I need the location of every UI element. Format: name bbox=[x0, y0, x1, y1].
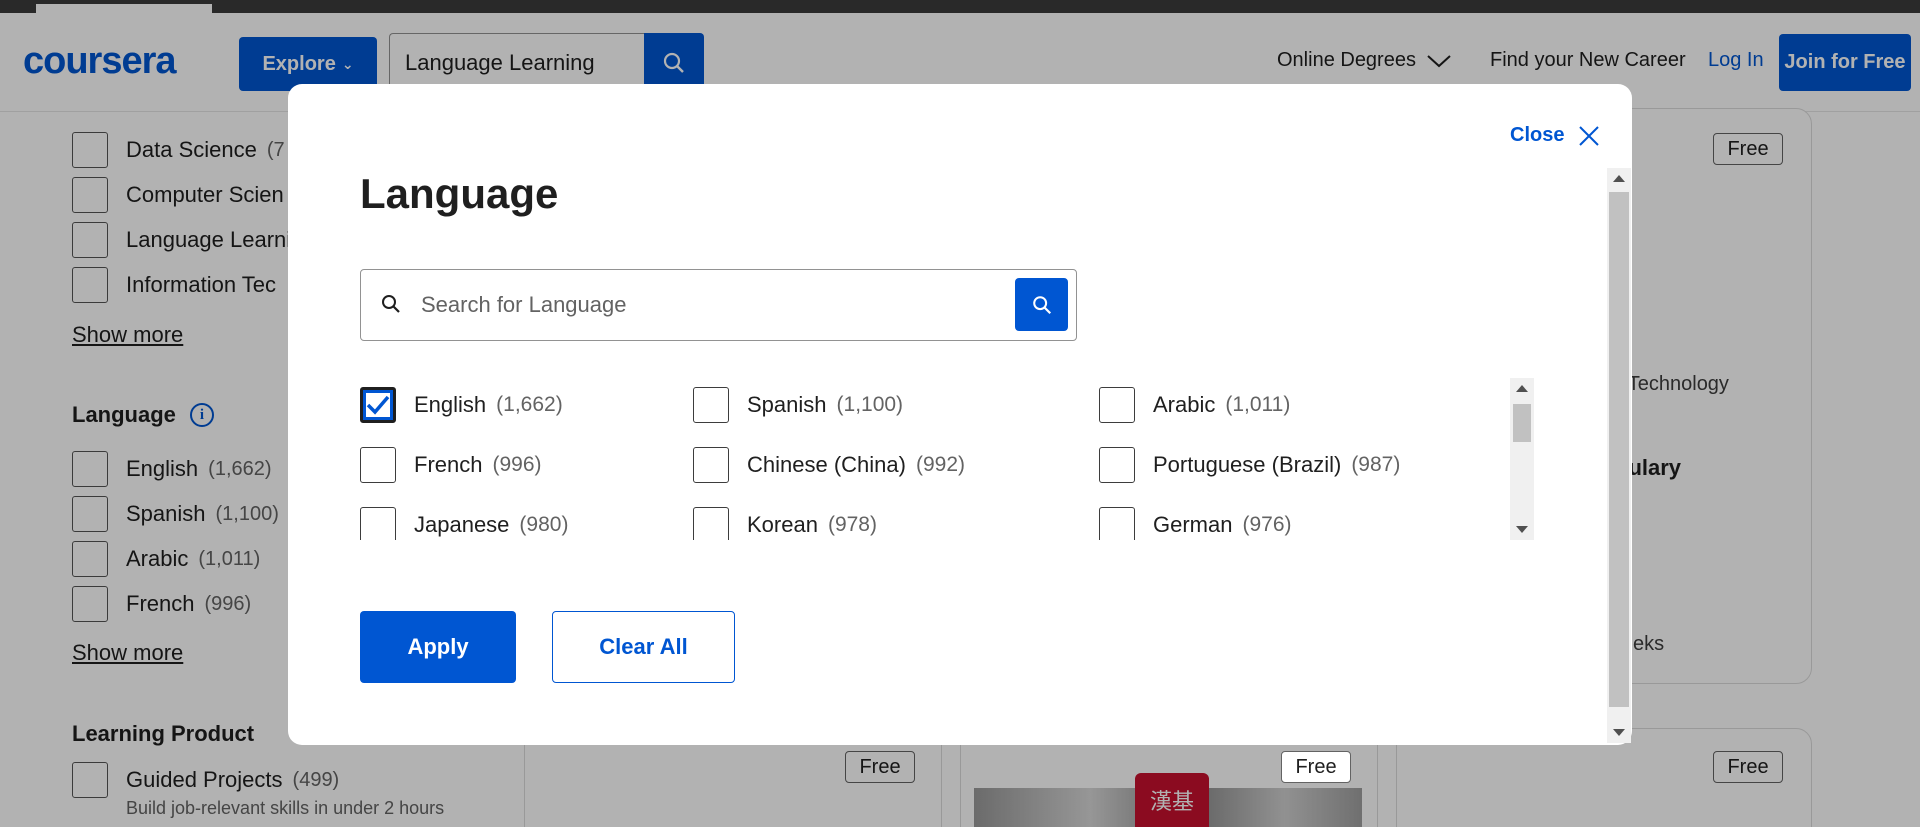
language-option-japanese[interactable]: Japanese (980) bbox=[360, 507, 568, 540]
language-option-portuguese-brazil[interactable]: Portuguese (Brazil) (987) bbox=[1099, 447, 1400, 483]
language-search-box bbox=[360, 269, 1077, 341]
language-options-list: English (1,662) Spanish (1,100) Arabic (… bbox=[360, 378, 1510, 540]
language-checkbox[interactable] bbox=[360, 447, 396, 483]
language-search-button[interactable] bbox=[1015, 278, 1068, 331]
clear-all-button[interactable]: Clear All bbox=[552, 611, 735, 683]
modal-scrollbar[interactable] bbox=[1607, 168, 1631, 743]
scrollbar-thumb[interactable] bbox=[1609, 192, 1629, 707]
scroll-down-arrow-icon[interactable] bbox=[1613, 729, 1625, 736]
modal-title: Language bbox=[360, 170, 559, 217]
language-checkbox[interactable] bbox=[693, 387, 729, 423]
language-checkbox[interactable] bbox=[1099, 447, 1135, 483]
language-checkbox[interactable] bbox=[693, 507, 729, 540]
language-label: French bbox=[414, 452, 483, 477]
language-option-german[interactable]: German (976) bbox=[1099, 507, 1292, 540]
language-count: (980) bbox=[519, 513, 569, 536]
close-icon bbox=[1579, 125, 1600, 146]
language-count: (978) bbox=[827, 513, 877, 536]
language-label: English bbox=[414, 392, 487, 417]
language-list-scrollbar[interactable] bbox=[1510, 378, 1534, 540]
language-checkbox[interactable] bbox=[1099, 387, 1135, 423]
language-option-chinese-china[interactable]: Chinese (China) (992) bbox=[693, 447, 965, 483]
language-count: (976) bbox=[1242, 513, 1292, 536]
language-option-french[interactable]: French (996) bbox=[360, 447, 542, 483]
search-icon bbox=[382, 295, 400, 313]
search-icon bbox=[1032, 295, 1051, 314]
language-option-english[interactable]: English (1,662) bbox=[360, 387, 563, 423]
language-checkbox[interactable] bbox=[1099, 507, 1135, 540]
scroll-up-arrow-icon[interactable] bbox=[1516, 385, 1528, 392]
language-label: Japanese bbox=[414, 512, 510, 537]
apply-button[interactable]: Apply bbox=[360, 611, 516, 683]
scroll-down-arrow-icon[interactable] bbox=[1516, 526, 1528, 533]
scrollbar-thumb[interactable] bbox=[1513, 404, 1531, 442]
language-label: Portuguese (Brazil) bbox=[1153, 452, 1342, 477]
language-label: Chinese (China) bbox=[747, 452, 906, 477]
checkmark-icon bbox=[366, 395, 390, 415]
language-count: (992) bbox=[915, 453, 965, 476]
language-count: (1,662) bbox=[496, 393, 563, 416]
language-count: (996) bbox=[492, 453, 542, 476]
language-option-spanish[interactable]: Spanish (1,100) bbox=[693, 387, 903, 423]
language-option-arabic[interactable]: Arabic (1,011) bbox=[1099, 387, 1290, 423]
close-button[interactable]: Close bbox=[1510, 124, 1600, 147]
language-count: (987) bbox=[1351, 453, 1401, 476]
language-label: Spanish bbox=[747, 392, 827, 417]
language-count: (1,011) bbox=[1225, 393, 1291, 416]
language-count: (1,100) bbox=[836, 393, 904, 416]
language-checkbox[interactable] bbox=[360, 387, 396, 423]
language-checkbox[interactable] bbox=[360, 507, 396, 540]
language-option-korean[interactable]: Korean (978) bbox=[693, 507, 877, 540]
language-search-input[interactable] bbox=[421, 286, 981, 324]
language-checkbox[interactable] bbox=[693, 447, 729, 483]
scroll-up-arrow-icon[interactable] bbox=[1613, 175, 1625, 182]
free-badge: Free bbox=[1281, 751, 1351, 783]
language-label: German bbox=[1153, 512, 1233, 537]
language-label: Arabic bbox=[1153, 392, 1216, 417]
close-label: Close bbox=[1510, 124, 1565, 146]
language-label: Korean bbox=[747, 512, 818, 537]
